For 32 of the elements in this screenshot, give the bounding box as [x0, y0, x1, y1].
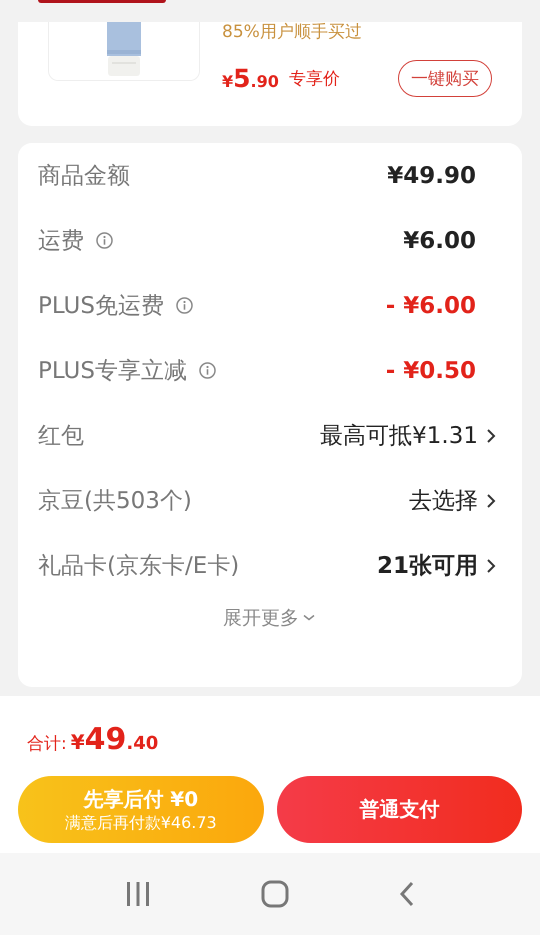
pay-button[interactable]: 普通支付	[276, 776, 522, 843]
row-label: 商品金额	[38, 162, 130, 191]
info-icon[interactable]	[176, 297, 193, 314]
option-value[interactable]: 去选择	[409, 485, 478, 516]
home-icon[interactable]	[261, 880, 289, 908]
chevron-down-icon	[303, 614, 315, 622]
purchase-note: 85%用户顺手买过	[222, 22, 363, 42]
row-label: 红包	[38, 422, 84, 451]
chevron-right-icon	[486, 492, 496, 508]
amount-value: ¥6.00	[403, 228, 476, 254]
row-label: PLUS免运费	[38, 292, 164, 321]
discount-value: - ¥6.00	[386, 292, 476, 318]
info-icon[interactable]	[96, 232, 113, 249]
info-icon[interactable]	[198, 362, 216, 379]
back-icon[interactable]	[399, 881, 415, 907]
price-label: 专享价	[288, 68, 340, 90]
total-label: 合计:	[27, 733, 67, 755]
recent-apps-icon[interactable]	[125, 881, 151, 907]
option-value[interactable]: 最高可抵¥1.31	[320, 420, 478, 451]
row-label: 礼品卡(京东卡/E卡)	[38, 552, 240, 581]
expand-more-link[interactable]: 展开更多	[223, 605, 315, 631]
amount-value: ¥49.90	[387, 162, 476, 188]
price: ¥5.90	[222, 64, 279, 93]
option-value[interactable]: 21张可用	[376, 550, 478, 581]
row-label: 京豆(共503个)	[38, 487, 192, 516]
row-label: PLUS专享立减	[38, 357, 187, 386]
chevron-right-icon	[486, 428, 496, 444]
row-label: 运费	[38, 227, 84, 256]
buy-now-button[interactable]: 一键购买	[398, 60, 492, 97]
discount-value: - ¥0.50	[386, 358, 476, 384]
price: ¥49.40	[70, 722, 158, 757]
chevron-right-icon	[486, 558, 496, 574]
